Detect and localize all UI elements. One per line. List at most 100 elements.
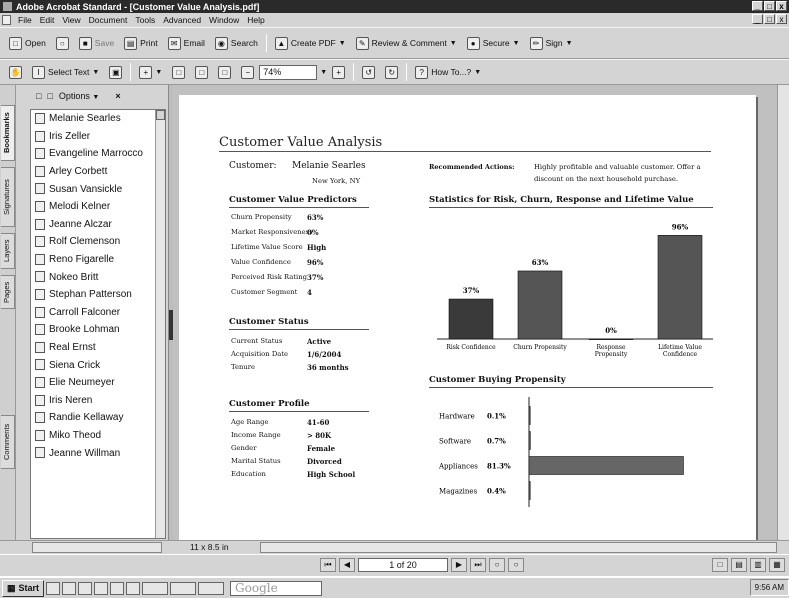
quicklaunch-outlook-icon[interactable]: [62, 581, 77, 595]
select-text-button[interactable]: I Select Text ▼: [27, 64, 104, 81]
delete-bookmark-icon[interactable]: □: [36, 91, 41, 101]
actual-size-button[interactable]: □: [167, 64, 190, 81]
bookmark-item[interactable]: Evangeline Marrocco: [31, 145, 165, 163]
bar-chart: 37% Risk Confidence 63% Churn Propensity 0% R…: [437, 222, 713, 358]
maximize-button[interactable]: □: [764, 1, 775, 11]
new-bookmark-icon[interactable]: □: [47, 91, 52, 101]
menu-window[interactable]: Window: [205, 15, 243, 25]
hbar-category-label: Appliances: [438, 463, 478, 471]
scroll-up-arrow[interactable]: [156, 110, 165, 120]
bookmark-item[interactable]: Reno Figarelle: [31, 251, 165, 269]
zoom-input[interactable]: 74%: [259, 64, 318, 80]
bar-category-label: Churn Propensity: [513, 344, 567, 351]
how-to-button[interactable]: ? How To...? ▼: [410, 64, 486, 81]
bookmark-item[interactable]: Iris Zeller: [31, 128, 165, 146]
close-button[interactable]: x: [776, 1, 787, 11]
bookmarks-scrollbar[interactable]: [155, 110, 165, 538]
bookmark-item[interactable]: Jeanne Willman: [31, 444, 165, 462]
tab-pages[interactable]: Pages: [1, 275, 15, 309]
zoom-tool-button[interactable]: + ▼: [134, 64, 167, 81]
bookmark-item[interactable]: Stephan Patterson: [31, 286, 165, 304]
bookmark-item[interactable]: Real Ernst: [31, 339, 165, 357]
hand-tool-button[interactable]: ✋: [4, 64, 27, 81]
first-page-button[interactable]: ⏮: [320, 558, 336, 572]
secure-button[interactable]: ● Secure ▼: [462, 35, 525, 52]
tab-layers[interactable]: Layers: [1, 233, 15, 269]
doc-close-button[interactable]: x: [776, 14, 787, 24]
bookmark-item[interactable]: Elie Neumeyer: [31, 374, 165, 392]
fit-width-button[interactable]: □: [213, 64, 236, 81]
email-button[interactable]: ✉ Email: [163, 35, 210, 52]
doc-maximize-button[interactable]: □: [764, 14, 775, 24]
search-button[interactable]: ◉ Search: [210, 35, 263, 52]
save-button[interactable]: ■ Save: [74, 35, 119, 52]
page-number-field[interactable]: 1 of 20: [358, 558, 448, 572]
bookmark-item[interactable]: Carroll Falconer: [31, 304, 165, 322]
tab-signatures[interactable]: Signatures: [1, 167, 15, 227]
bookmark-item[interactable]: Nokeo Britt: [31, 268, 165, 286]
options-menu[interactable]: Options ▼: [59, 91, 99, 101]
bookmark-item[interactable]: Jeanne Alczar: [31, 216, 165, 234]
bookmark-item[interactable]: Rolf Clemenson: [31, 233, 165, 251]
bookmark-item[interactable]: Randie Kellaway: [31, 409, 165, 427]
bookmark-item[interactable]: Miko Theod: [31, 427, 165, 445]
bookmark-item[interactable]: Siena Crick: [31, 356, 165, 374]
quicklaunch-desktop-icon[interactable]: [126, 581, 141, 595]
menu-advanced[interactable]: Advanced: [159, 15, 205, 25]
google-search-box[interactable]: Google: [230, 580, 323, 596]
bookmark-item[interactable]: Iris Neren: [31, 392, 165, 410]
rotate-cw-button[interactable]: ↻: [380, 64, 403, 81]
fit-page-button[interactable]: □: [190, 64, 213, 81]
quicklaunch-ie-icon[interactable]: [46, 581, 61, 595]
taskbar-word-button[interactable]: [198, 581, 225, 595]
menu-help[interactable]: Help: [243, 15, 268, 25]
doc-minimize-button[interactable]: _: [752, 14, 763, 24]
menu-file[interactable]: File: [14, 15, 36, 25]
bookmark-item[interactable]: Brooke Lohman: [31, 321, 165, 339]
tool-button[interactable]: ○: [51, 35, 74, 52]
snapshot-button[interactable]: ▣: [104, 64, 127, 81]
sign-button[interactable]: ✏ Sign ▼: [525, 35, 578, 52]
quicklaunch-powerpoint-icon[interactable]: [110, 581, 125, 595]
menu-tools[interactable]: Tools: [131, 15, 159, 25]
quicklaunch-word-icon[interactable]: [78, 581, 93, 595]
taskbar-acrobat-button[interactable]: [142, 581, 169, 595]
document-hscrollbar[interactable]: [260, 542, 777, 553]
menu-view[interactable]: View: [58, 15, 84, 25]
next-page-button[interactable]: ▶: [451, 558, 467, 572]
minimize-button[interactable]: _: [752, 1, 763, 11]
previous-view-button[interactable]: ○: [489, 558, 505, 572]
bookmarks-list[interactable]: Melanie Searles Iris Zeller Evangeline Mar…: [30, 109, 166, 539]
close-panel-icon[interactable]: ×: [115, 91, 120, 101]
zoom-out-button[interactable]: −: [236, 64, 259, 81]
continuous-button[interactable]: ▤: [731, 558, 747, 572]
start-button[interactable]: ▦ Start: [2, 579, 45, 597]
continuous-facing-button[interactable]: ▦: [769, 558, 785, 572]
facing-button[interactable]: ▥: [750, 558, 766, 572]
bookmark-item[interactable]: Melanie Searles: [31, 110, 165, 128]
menu-edit[interactable]: Edit: [36, 15, 59, 25]
tab-bookmarks[interactable]: Bookmarks: [1, 105, 15, 161]
bookmarks-hscrollbar[interactable]: [32, 542, 162, 553]
bookmark-item[interactable]: Arley Corbett: [31, 163, 165, 181]
create-pdf-button[interactable]: ▲ Create PDF ▼: [270, 35, 351, 52]
bookmark-item[interactable]: Susan Vansickle: [31, 180, 165, 198]
tab-comments[interactable]: Comments: [1, 415, 15, 469]
bookmarks-panel: □ □ Options ▼ × Melanie Searles Iris Zell…: [16, 85, 170, 540]
review-comment-button[interactable]: ✎ Review & Comment ▼: [351, 35, 462, 52]
next-view-button[interactable]: ○: [508, 558, 524, 572]
previous-page-button[interactable]: ◀: [339, 558, 355, 572]
zoom-dropdown-icon[interactable]: ▼: [320, 69, 327, 76]
print-button[interactable]: ▤ Print: [119, 35, 162, 52]
bookmark-item[interactable]: Melodi Kelner: [31, 198, 165, 216]
document-vertical-scrollbar[interactable]: [777, 85, 789, 540]
last-page-button[interactable]: ⏭: [470, 558, 486, 572]
quicklaunch-excel-icon[interactable]: [94, 581, 109, 595]
open-button[interactable]: □ Open: [4, 35, 51, 52]
single-page-button[interactable]: □: [712, 558, 728, 572]
rotate-ccw-button[interactable]: ↺: [357, 64, 380, 81]
zoom-in-button[interactable]: +: [327, 64, 350, 81]
document-icon[interactable]: [2, 15, 11, 25]
taskbar-app-button[interactable]: [170, 581, 197, 595]
menu-document[interactable]: Document: [85, 15, 132, 25]
